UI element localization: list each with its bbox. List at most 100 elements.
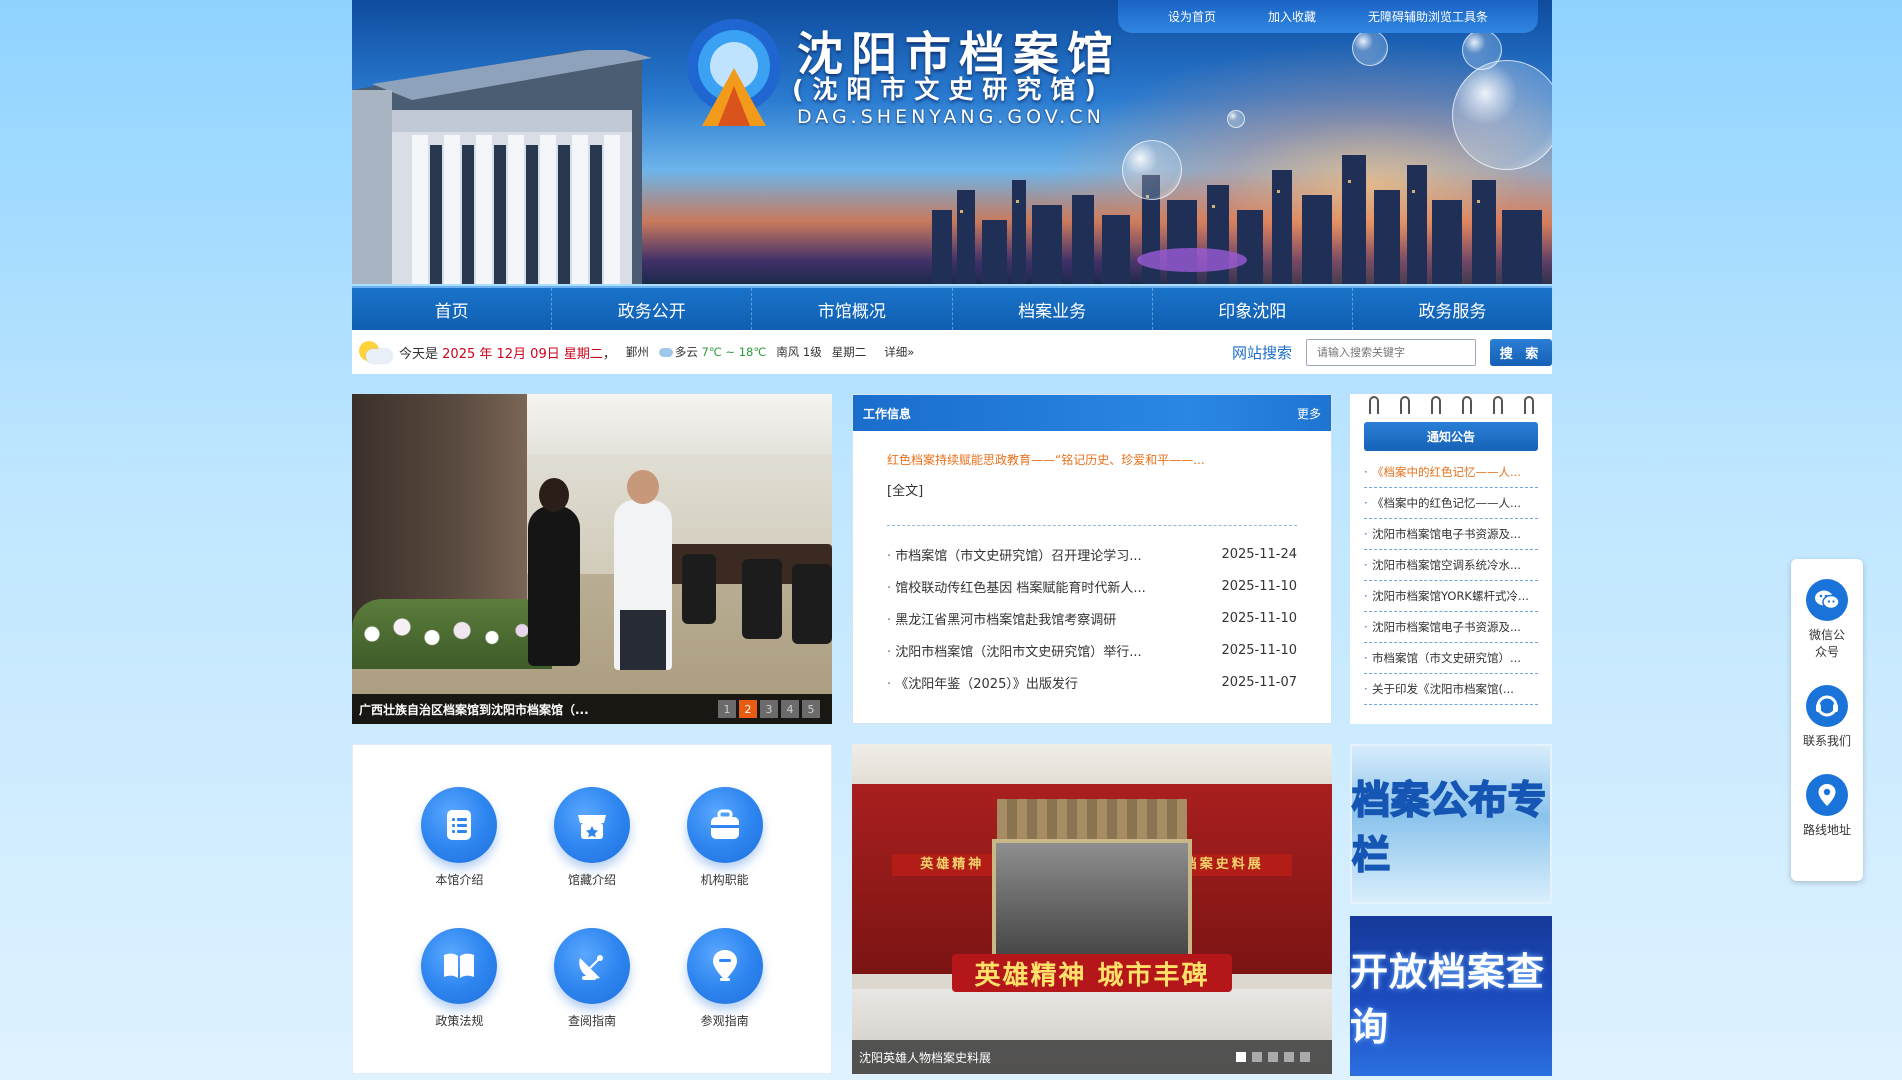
weather-sunny-cloudy-icon xyxy=(357,338,393,366)
route-address-label: 路线地址 xyxy=(1802,823,1851,837)
nav-item-home[interactable]: 首页 xyxy=(352,288,553,330)
search-input[interactable] xyxy=(1306,338,1476,366)
slide-photo-person-legs xyxy=(620,610,666,670)
decor-bubble xyxy=(1122,140,1182,200)
set-homepage-link[interactable]: 设为首页 xyxy=(1168,8,1216,25)
list-item[interactable]: 沈阳市档案馆（沈阳市文史研究馆）举行... 2025-11-10 xyxy=(887,634,1297,666)
pager-button-active[interactable]: 2 xyxy=(739,700,757,718)
site-subtitle: (沈阳市文史研究馆) xyxy=(792,75,1105,104)
decor-bubble xyxy=(1352,30,1388,66)
nav-item-government-affairs[interactable]: 政务公开 xyxy=(552,288,753,330)
weather-condition: 多云 7℃ ~ 18℃ xyxy=(658,344,766,360)
route-address-button[interactable]: 路线地址 xyxy=(1803,774,1851,839)
today-prefix: 今天是 xyxy=(399,346,439,362)
work-info-more-link[interactable]: 更多 xyxy=(1297,405,1321,422)
main-navigation: 首页 政务公开 市馆概况 档案业务 印象沈阳 政务服务 xyxy=(352,286,1552,330)
notice-item[interactable]: 沈阳市档案馆电子书资源及... xyxy=(1364,519,1538,550)
quick-link-intro[interactable]: 本馆介绍 xyxy=(393,787,526,888)
search-button[interactable]: 搜 索 xyxy=(1490,338,1552,366)
top-links-bar: 设为首页 加入收藏 无障碍辅助浏览工具条 xyxy=(1118,0,1538,33)
divider xyxy=(887,525,1297,526)
quick-link-label: 参观指南 xyxy=(700,1014,749,1028)
pager-button[interactable]: 1 xyxy=(718,700,736,718)
notice-item[interactable]: 沈阳市档案馆YORK螺杆式冷... xyxy=(1364,581,1538,612)
quick-link-label: 机构职能 xyxy=(700,873,749,887)
date-display: 今天是 2025 年 12月 09日 星期二， xyxy=(399,346,616,362)
slide-caption[interactable]: 广西壮族自治区档案馆到沈阳市档案馆（... xyxy=(359,701,589,718)
slider-dot-active[interactable] xyxy=(1236,1052,1246,1062)
quick-link-policy[interactable]: 政策法规 xyxy=(393,928,526,1029)
document-list-icon xyxy=(421,787,498,863)
briefcase-icon xyxy=(686,787,763,863)
feature-banner-text: 档案公布专栏 xyxy=(1351,777,1548,878)
quick-link-inquiry-guide[interactable]: 查阅指南 xyxy=(526,928,659,1029)
work-info-title: 工作信息 xyxy=(863,406,912,421)
list-item[interactable]: 《沈阳年鉴（2025）》出版发行 2025-11-07 xyxy=(887,666,1297,698)
float-label-text: 微信公众号 xyxy=(1809,628,1846,659)
quick-link-functions[interactable]: 机构职能 xyxy=(658,787,791,888)
notice-item[interactable]: 沈阳市档案馆电子书资源及... xyxy=(1364,612,1538,643)
add-favorite-link[interactable]: 加入收藏 xyxy=(1268,8,1316,25)
feature-banner-text: 开放档案查询 xyxy=(1350,950,1546,1049)
slider-dot[interactable] xyxy=(1268,1052,1278,1062)
quick-link-visit-guide[interactable]: 参观指南 xyxy=(658,928,791,1029)
quick-link-collection[interactable]: 馆藏介绍 xyxy=(526,787,659,888)
archive-publication-banner[interactable]: 档案公布专栏 xyxy=(1350,744,1552,904)
archive-logo-icon xyxy=(687,19,781,126)
nav-item-government-services[interactable]: 政务服务 xyxy=(1353,288,1552,330)
slide-caption[interactable]: 沈阳英雄人物档案史料展 xyxy=(859,1049,991,1066)
weather-detail-link[interactable]: 详细» xyxy=(884,344,914,360)
work-info-panel: 工作信息 更多 红色档案持续赋能思政教育——“铭记历史、珍爱和平——... [全… xyxy=(852,394,1332,724)
notice-item[interactable]: 关于印发《沈阳市档案馆(... xyxy=(1364,674,1538,705)
slider-dot[interactable] xyxy=(1300,1052,1310,1062)
pager-button[interactable]: 4 xyxy=(781,700,799,718)
news-title: 馆校联动传红色基因 档案赋能育时代新人... xyxy=(887,577,1146,596)
notice-item[interactable]: 沈阳市档案馆空调系统冷水... xyxy=(1364,550,1538,581)
news-photo-slider[interactable]: 广西壮族自治区档案馆到沈阳市档案馆（... 1 2 3 4 5 xyxy=(352,394,832,724)
notice-item[interactable]: 市档案馆（市文史研究馆）... xyxy=(1364,643,1538,674)
site-domain: DAG.SHENYANG.GOV.CN xyxy=(797,106,1105,128)
contact-us-button[interactable]: 联系我们 xyxy=(1803,685,1851,750)
pager-button[interactable]: 3 xyxy=(760,700,778,718)
list-item[interactable]: 黑龙江省黑河市档案馆赴我馆考察调研 2025-11-10 xyxy=(887,602,1297,634)
header-banner: 沈阳市档案馆 (沈阳市文史研究馆) DAG.SHENYANG.GOV.CN 设为… xyxy=(352,0,1552,284)
slide-photo-person-head xyxy=(627,470,659,504)
wechat-label: 微信公众号 xyxy=(1809,627,1845,661)
slider-pager: 1 2 3 4 5 xyxy=(718,700,820,718)
open-archive-query-banner[interactable]: 开放档案查询 xyxy=(1350,916,1552,1076)
news-date: 2025-11-07 xyxy=(1221,674,1297,690)
slider-dot[interactable] xyxy=(1284,1052,1294,1062)
book-icon xyxy=(421,928,498,1004)
headset-icon xyxy=(1805,685,1848,727)
news-date: 2025-11-24 xyxy=(1221,546,1297,562)
news-title: 市档案馆（市文史研究馆）召开理论学习... xyxy=(887,545,1141,564)
decor-bubble xyxy=(1462,30,1502,70)
accessibility-toolbar-link[interactable]: 无障碍辅助浏览工具条 xyxy=(1368,8,1488,25)
list-item[interactable]: 市档案馆（市文史研究馆）召开理论学习... 2025-11-24 xyxy=(887,538,1297,570)
slide-photo-chair xyxy=(682,554,716,624)
exhibition-photo-slider[interactable]: 英雄精神 城市丰碑——沈阳英雄人物档案史料展 英雄精神 城市丰碑 沈阳英雄人物档… xyxy=(852,744,1332,1074)
pager-button[interactable]: 5 xyxy=(802,700,820,718)
work-fulltext-link[interactable]: [全文] xyxy=(887,480,1297,499)
work-headline-link[interactable]: 红色档案持续赋能思政教育——“铭记历史、珍爱和平——... xyxy=(887,451,1297,468)
binder-ring xyxy=(1523,396,1534,414)
wechat-button[interactable]: 微信公众号 xyxy=(1806,579,1848,661)
notice-item[interactable]: 《档案中的红色记忆——人... xyxy=(1364,488,1538,519)
notice-title: 通知公告 xyxy=(1364,422,1538,451)
page-wrapper: 沈阳市档案馆 (沈阳市文史研究馆) DAG.SHENYANG.GOV.CN 设为… xyxy=(352,0,1552,1080)
quick-links-panel: 本馆介绍 馆藏介绍 机构职能 政策法规 查阅指南 参观指南 xyxy=(352,744,832,1074)
decor-bubble xyxy=(1227,110,1245,128)
nav-item-overview[interactable]: 市馆概况 xyxy=(752,288,953,330)
nav-item-archive-business[interactable]: 档案业务 xyxy=(953,288,1153,330)
news-title: 黑龙江省黑河市档案馆赴我馆考察调研 xyxy=(887,609,1116,628)
slider-dot[interactable] xyxy=(1252,1052,1262,1062)
list-item[interactable]: 馆校联动传红色基因 档案赋能育时代新人... 2025-11-10 xyxy=(887,570,1297,602)
news-title: 《沈阳年鉴（2025）》出版发行 xyxy=(887,673,1078,692)
city-skyline-illustration xyxy=(932,155,1542,284)
info-bar: 今天是 2025 年 12月 09日 星期二， 鄞州 多云 7℃ ~ 18℃ 南… xyxy=(352,330,1552,374)
notice-item[interactable]: 《档案中的红色记忆——人... xyxy=(1364,457,1538,488)
slide-photo-person xyxy=(614,470,672,670)
nav-item-impression-shenyang[interactable]: 印象沈阳 xyxy=(1153,288,1353,330)
quick-link-label: 政策法规 xyxy=(435,1014,484,1028)
cloud-icon xyxy=(658,348,673,357)
